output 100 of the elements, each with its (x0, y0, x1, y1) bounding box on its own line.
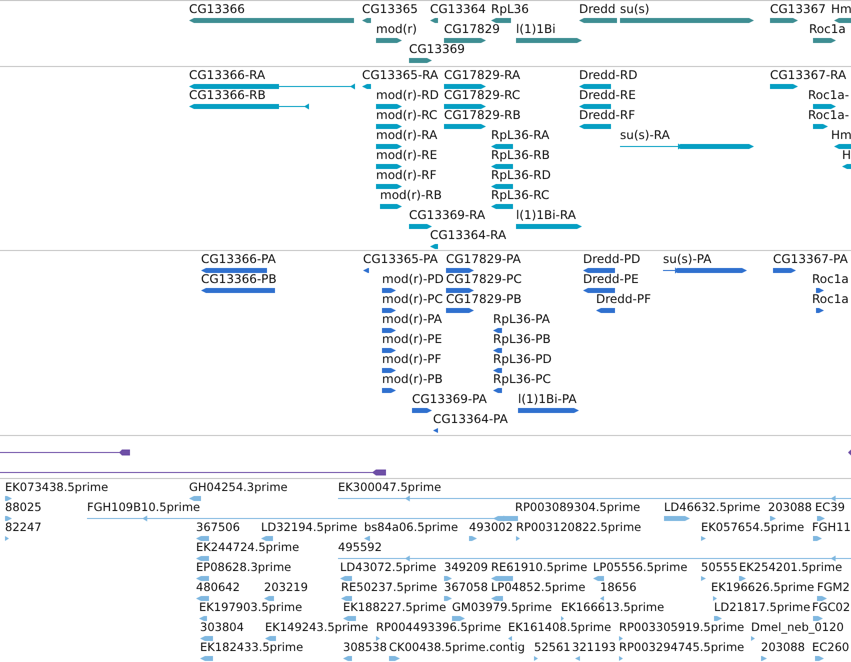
feature-label: 203088 (761, 640, 805, 654)
feature-label: Dredd-RE (579, 88, 636, 102)
feature-label: EK166613.5prime (561, 600, 664, 614)
feature-label: RP003294745.5prime (619, 640, 744, 654)
feature-label: su(s)-RA (620, 128, 670, 142)
feature-label: LP05556.5prime (593, 560, 688, 574)
feature-label: l(1)1Bi-RA (516, 208, 576, 222)
feature-label: mod(r)-RF (376, 168, 437, 182)
feature-label: RpL36-RC (491, 188, 550, 202)
feature-label: CG13365 (362, 2, 418, 16)
feature-label: CG13364-PA (433, 412, 508, 426)
feature-label: RE61910.5prime (491, 560, 588, 574)
feature-label: mod(r)-RB (380, 188, 442, 202)
feature-label: Roc1a (812, 292, 849, 306)
feature-label: bs84a06.5prime (364, 520, 458, 534)
feature-label: EK149243.5prime (265, 620, 368, 634)
feature-label: mod(r)-PC (382, 292, 443, 306)
feature-label: CG13366-RB (189, 88, 266, 102)
feature-label: su(s) (620, 2, 650, 16)
feature-label: GM03979.5prime (452, 600, 552, 614)
feature-label: EK300047.5prime (338, 480, 442, 494)
feature-label: EK197903.5prime (199, 600, 302, 614)
feature-label: Roc1a- (808, 108, 850, 122)
feature-label: Dredd-RF (579, 108, 636, 122)
feature-label: Roc1a- (808, 88, 850, 102)
feature-label: Hm (831, 128, 851, 142)
feature-label: CG17829 (444, 22, 500, 36)
feature-label: mod(r)-PB (382, 372, 443, 386)
feature-label: LD43072.5prime (340, 560, 436, 574)
alignment-line (848, 449, 851, 456)
feature-label: 203219 (264, 580, 308, 594)
feature-label: GH04254.3prime (189, 480, 288, 494)
feature-label: EP08628.3prime (196, 560, 292, 574)
feature-label: su(s)-PA (663, 252, 712, 266)
feature-label: 495592 (338, 540, 382, 554)
feature-label: FGH11 (812, 520, 851, 534)
feature-label: 493002 (469, 520, 513, 534)
feature-label: FGC02 (812, 600, 850, 614)
feature-label: RP003305919.5prime (619, 620, 744, 634)
feature-label: 480642 (196, 580, 240, 594)
feature-label: EC39 (815, 500, 845, 514)
feature-label: RpL36-RD (491, 168, 551, 182)
feature-label: Dredd (579, 2, 616, 16)
feature-label: RpL36-PC (493, 372, 551, 386)
feature-label: CG13366 (189, 2, 245, 16)
feature-label: mod(r)-PE (382, 332, 442, 346)
feature-label: 367506 (196, 520, 240, 534)
feature-label: 88025 (5, 500, 42, 514)
feature-label: mod(r)-RE (376, 148, 438, 162)
feature-label: H (842, 148, 851, 162)
feature-label: CG13367-RA (770, 68, 846, 82)
feature-label: RE50237.5prime (341, 580, 438, 594)
feature-label: RpL36-RA (491, 128, 550, 142)
feature-label: 308538 (343, 640, 387, 654)
feature-label: RpL36 (491, 2, 529, 16)
feature-label: Dmel_neb_0120 (751, 620, 844, 634)
feature-label: mod(r)-RA (376, 128, 438, 142)
feature-label: CG17829-RC (444, 88, 520, 102)
feature-label: 203088 (768, 500, 812, 514)
feature-label: CG17829-PA (446, 252, 521, 266)
feature-label: RpL36-PB (493, 332, 551, 346)
feature-label: RpL36-RB (491, 148, 550, 162)
feature-label: mod(r) (376, 22, 417, 36)
feature-label: 82247 (5, 520, 42, 534)
feature-label: 18656 (600, 580, 637, 594)
feature-label: Dredd-RD (579, 68, 638, 82)
feature-label: EK196626.5prime (711, 580, 814, 594)
feature-label: EK161408.5prime (508, 620, 612, 634)
feature-label: 50555 (701, 560, 738, 574)
feature-label: FGH109B10.5prime (87, 500, 200, 514)
feature-label: Roc1a (809, 22, 846, 36)
feature-label: CG17829-PB (446, 292, 522, 306)
feature-label: CK00438.5prime.contig (389, 640, 525, 654)
feature-label: Hm (831, 2, 851, 16)
feature-label: Dredd-PD (583, 252, 640, 266)
feature-label: LD21817.5prime (714, 600, 810, 614)
feature-label: CG13365-RA (362, 68, 438, 82)
feature-label: CG17829-RA (444, 68, 520, 82)
feature-label: EK244724.5prime (196, 540, 300, 554)
feature-label: EK057654.5prime (701, 520, 804, 534)
feature-label: mod(r)-PF (382, 352, 442, 366)
feature-label: 303804 (200, 620, 244, 634)
feature-label: CG13365-PA (363, 252, 438, 266)
feature-label: EK073438.5prime (5, 480, 108, 494)
feature-label: RP004493396.5prime (376, 620, 502, 634)
feature-label: Dredd-PF (596, 292, 651, 306)
feature-label: 321193 (572, 640, 616, 654)
feature-label: CG13364 (430, 2, 486, 16)
feature-label: 367058 (444, 580, 488, 594)
feature-label: CG13364-RA (430, 228, 506, 242)
feature-label: mod(r)-PA (382, 312, 442, 326)
feature-label: CG13367-PA (773, 252, 848, 266)
feature-label: l(1)1Bi (516, 22, 556, 36)
feature-label: RpL36-PA (493, 312, 550, 326)
feature-label: LP04852.5prime (491, 580, 586, 594)
feature-label: EK254201.5prime (739, 560, 842, 574)
feature-label: CG13369 (409, 42, 465, 56)
feature-label: CG13366-RA (189, 68, 266, 82)
feature-label: CG13366-PB (201, 272, 277, 286)
feature-label: LD32194.5prime (261, 520, 358, 534)
